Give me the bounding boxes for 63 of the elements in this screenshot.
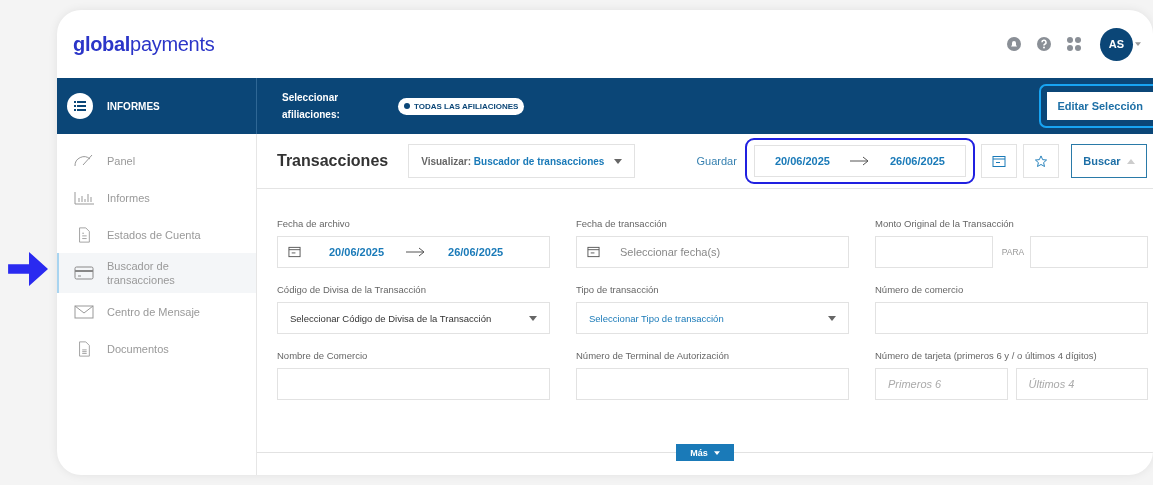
section-title: INFORMES xyxy=(107,100,160,112)
envelope-icon xyxy=(73,303,95,320)
avatar[interactable]: AS xyxy=(1100,27,1133,61)
save-link[interactable]: Guardar xyxy=(696,155,737,167)
field-label: Monto Original de la Transacción xyxy=(875,218,1015,229)
star-icon xyxy=(1034,154,1048,168)
input-field[interactable]: Primeros 6 xyxy=(875,368,1008,400)
sidebar-item[interactable]: Informes xyxy=(57,179,256,216)
calendar-icon xyxy=(288,246,301,258)
date-range-field[interactable]: 20/06/2025 26/06/2025 xyxy=(277,236,550,268)
field-label: Número de tarjeta (primeros 6 y / o últimos 4 dígitos) xyxy=(875,350,1098,361)
page-title: Transacciones xyxy=(277,152,389,170)
select-dropdown[interactable]: Seleccionar Tipo de transacción xyxy=(576,302,849,334)
affiliation-label: Seleccionar afiliaciones: xyxy=(282,91,341,122)
edit-selection-button[interactable]: Editar Selección xyxy=(1047,92,1153,120)
date-range-field[interactable]: 20/06/2025 26/06/2025 xyxy=(753,145,966,177)
caret-icon xyxy=(1126,158,1135,164)
calendar-icon xyxy=(992,154,1006,168)
field-label: Número de comercio xyxy=(875,284,965,295)
select-dropdown[interactable]: Seleccionar Código de Divisa de la Transacción xyxy=(277,302,550,334)
arrow-icon xyxy=(849,156,870,166)
list-icon[interactable] xyxy=(67,93,93,119)
input-field[interactable] xyxy=(1030,236,1148,268)
affiliation-chip[interactable]: TODAS LAS AFILIACIONES xyxy=(398,97,525,115)
gauge-icon xyxy=(73,152,95,169)
bar-chart-icon xyxy=(73,189,95,206)
caret-icon xyxy=(614,158,623,164)
calendar-button[interactable] xyxy=(981,144,1017,178)
pointer-arrow-icon xyxy=(8,250,50,288)
arrow-icon xyxy=(406,247,427,257)
more-button[interactable]: Más xyxy=(676,444,734,461)
sidebar-item[interactable]: Documentos xyxy=(57,330,256,367)
caret-icon xyxy=(828,315,836,321)
field-label: Nombre de Comercio xyxy=(277,350,369,361)
search-button[interactable]: Buscar xyxy=(1071,144,1147,178)
logo: globalpayments xyxy=(73,32,215,56)
input-field[interactable] xyxy=(576,368,849,400)
help-icon[interactable] xyxy=(1036,36,1052,52)
sidebar-item[interactable]: Estados de Cuenta xyxy=(57,216,256,253)
field-label: Fecha de transacción xyxy=(576,218,668,229)
sidebar-item[interactable]: Buscador de transacciones xyxy=(57,253,256,293)
caret-icon xyxy=(529,315,537,321)
apps-icon[interactable] xyxy=(1066,36,1082,52)
field-label: Código de Divisa de la Transacción xyxy=(277,284,427,295)
card-icon xyxy=(73,265,95,281)
sidebar-item[interactable]: Centro de Mensaje xyxy=(57,293,256,330)
field-label: Número de Terminal de Autorización xyxy=(576,350,730,361)
input-field[interactable]: Últimos 4 xyxy=(1015,368,1148,400)
input-field[interactable] xyxy=(875,302,1148,334)
caret-icon[interactable] xyxy=(1135,42,1141,46)
caret-icon xyxy=(713,450,720,455)
notification-icon[interactable] xyxy=(1006,36,1022,52)
view-dropdown[interactable]: Visualizar: Buscador de transacciones xyxy=(408,144,636,178)
sidebar-item[interactable]: Panel xyxy=(57,142,256,179)
dot-icon xyxy=(404,103,410,109)
date-field[interactable]: Seleccionar fecha(s) xyxy=(576,236,849,268)
input-field[interactable] xyxy=(875,236,993,268)
calendar-icon xyxy=(587,246,600,258)
input-field[interactable] xyxy=(277,368,550,400)
field-label: Tipo de transacción xyxy=(576,284,660,295)
range-separator: PARA xyxy=(1001,247,1025,257)
favorite-button[interactable] xyxy=(1023,144,1059,178)
field-label: Fecha de archivo xyxy=(277,218,351,229)
